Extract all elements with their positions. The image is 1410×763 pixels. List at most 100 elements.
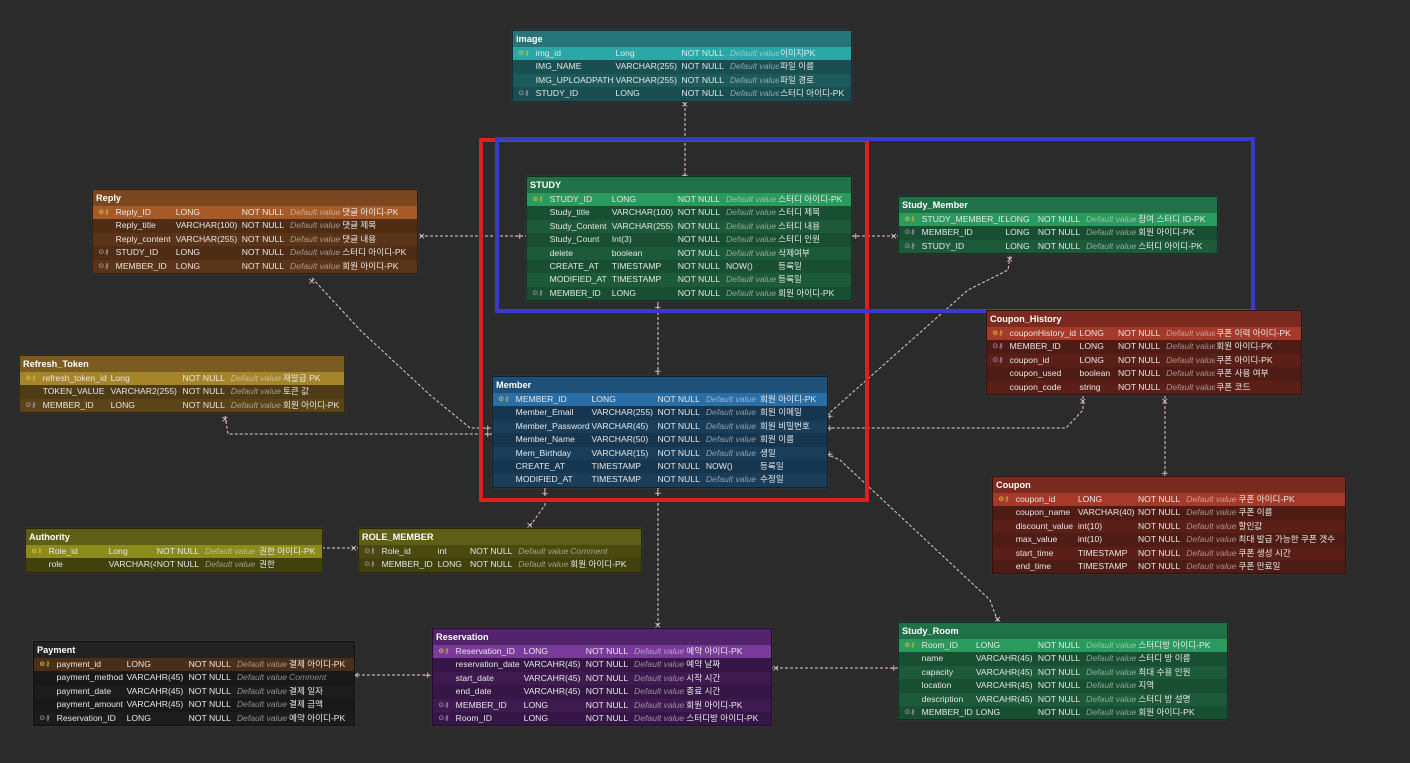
table-title[interactable]: Authority — [26, 529, 322, 545]
table-row[interactable]: ⊙⚷ coupon_id LONG NOT NULL Default value 쿠폰 아… — [993, 493, 1345, 507]
table-row[interactable]: end_time TIMESTAMP NOT NULL Default value 쿠폰… — [993, 559, 1345, 574]
table-coupon-history[interactable]: Coupon_History ⊙⚷ couponHistory_id LONG NOT … — [986, 310, 1302, 395]
table-title[interactable]: Study_Room — [899, 623, 1227, 639]
table-row[interactable]: ⊙⚷ MEMBER_ID LONG NOT NULL Default value 회원 아… — [433, 699, 771, 712]
table-row[interactable]: ⊙⚷ Reservation_ID LONG NOT NULL Default valu… — [433, 645, 771, 659]
table-row[interactable]: ⊙⚷ Room_ID LONG NOT NULL Default value 스터디방 아… — [433, 711, 771, 726]
table-role-member[interactable]: ROLE_MEMBER ⊙⚷ Role_id int NOT NULL Default v… — [358, 528, 642, 573]
table-row[interactable]: Member_Password VARCHAR(45) NOT NULL Defaul… — [493, 420, 827, 433]
table-row[interactable]: ⊙⚷ Role_id Long NOT NULL Default value 권한 아이디… — [26, 545, 322, 559]
table-row[interactable]: ⊙⚷ MEMBER_ID LONG NOT NULL Default value 회원 아… — [899, 705, 1227, 720]
column-default: Default value — [705, 407, 756, 418]
table-row[interactable]: Study_Content VARCHAR(255) NOT NULL Default… — [527, 220, 851, 233]
table-row[interactable]: Study_title VARCHAR(100) NOT NULL Default v… — [527, 206, 851, 220]
table-title[interactable]: Coupon — [993, 477, 1345, 493]
table-row[interactable]: start_time TIMESTAMP NOT NULL Default value… — [993, 547, 1345, 560]
table-row[interactable]: ⊙⚷ img_id Long NOT NULL Default value 이미지PK — [513, 47, 851, 61]
table-row[interactable]: ⊙⚷ payment_id LONG NOT NULL Default value 결제 … — [34, 658, 354, 672]
table-row[interactable]: ⊙⚷ couponHistory_id LONG NOT NULL Default va… — [987, 327, 1301, 341]
table-row[interactable]: CREATE_AT TIMESTAMP NOT NULL NOW() 등록일 — [493, 459, 827, 474]
table-reply[interactable]: Reply ⊙⚷ Reply_ID LONG NOT NULL Default value… — [92, 189, 418, 274]
table-row[interactable]: Reply_title VARCHAR(100) NOT NULL Default v… — [93, 219, 417, 233]
table-row[interactable]: description VARCAHR(45) NOT NULL Default va… — [899, 693, 1227, 706]
column-null: NOT NULL — [1137, 494, 1181, 504]
table-row[interactable]: ⊙⚷ STUDY_ID LONG NOT NULL Default value 스터디 아… — [527, 193, 851, 207]
table-row[interactable]: start_date VARCAHR(45) NOT NULL Default val… — [433, 672, 771, 685]
table-row[interactable]: max_value int(10) NOT NULL Default value 최대 … — [993, 533, 1345, 547]
table-row[interactable]: payment_amount VARCAHR(45) NOT NULL Default… — [34, 698, 354, 712]
table-title[interactable]: ROLE_MEMBER — [359, 529, 641, 545]
column-name: description — [921, 693, 964, 704]
table-title[interactable]: Payment — [34, 642, 354, 658]
table-study[interactable]: STUDY ⊙⚷ STUDY_ID LONG NOT NULL Default value… — [526, 176, 852, 302]
column-null: NOT NULL — [657, 420, 700, 431]
table-reservation[interactable]: Reservation ⊙⚷ Reservation_ID LONG NOT NULL D… — [432, 628, 772, 727]
table-row[interactable]: CREATE_AT TIMESTAMP NOT NULL NOW() 등록일 — [527, 259, 851, 274]
table-row[interactable]: ⊙⚷ MEMBER_ID LONG NOT NULL Default value 회원 아… — [20, 399, 344, 412]
table-title[interactable]: image — [513, 31, 851, 47]
table-row[interactable]: role VARCHAR(45)NOT NULL Default value권한 — [26, 558, 322, 572]
table-row[interactable]: capacity VARCAHR(45) NOT NULL Default value… — [899, 666, 1227, 679]
table-payment[interactable]: Payment ⊙⚷ payment_id LONG NOT NULL Default v… — [33, 641, 355, 726]
table-row[interactable]: MODIFIED_AT TIMESTAMP NOT NULL Default valu… — [527, 273, 851, 286]
column-null: NOT NULL — [241, 260, 285, 271]
table-row[interactable]: ⊙⚷ MEMBER_ID LONG NOT NULL Default value 회원 아… — [359, 558, 641, 572]
column-name: STUDY_MEMBER_ID — [921, 214, 1005, 224]
table-row[interactable]: ⊙⚷ STUDY_MEMBER_ID LONG NOT NULL Default val… — [899, 213, 1217, 227]
table-study-member[interactable]: Study_Member ⊙⚷ STUDY_MEMBER_ID LONG NOT NUL… — [898, 196, 1218, 255]
column-name: MODIFIED_AT — [549, 274, 607, 285]
table-row[interactable]: ⊙⚷ STUDY_ID LONG NOT NULL Default value 스터디 아… — [513, 87, 851, 101]
column-type: LONG — [126, 712, 151, 723]
table-study-room[interactable]: Study_Room ⊙⚷ Room_ID LONG NOT NULL Default v… — [898, 622, 1228, 721]
table-row[interactable]: ⊙⚷ Reply_ID LONG NOT NULL Default value 댓글 아이… — [93, 206, 417, 220]
table-row[interactable]: coupon_name VARCHAR(40) NOT NULL Default va… — [993, 506, 1345, 520]
table-row[interactable]: location VARCAHR(45) NOT NULL Default value… — [899, 679, 1227, 693]
table-row[interactable]: TOKEN_VALUE VARCHAR2(255) NOT NULL Default … — [20, 385, 344, 399]
table-image[interactable]: image ⊙⚷ img_id Long NOT NULL Default value 이미… — [512, 30, 852, 102]
table-row[interactable]: ⊙⚷ STUDY_ID LONG NOT NULL Default value 스터디 아… — [93, 246, 417, 260]
table-row[interactable]: ⊙⚷ STUDY_ID LONG NOT NULL Default value 스터디 아… — [899, 240, 1217, 253]
table-row[interactable]: ⊙⚷ MEMBER_ID LONG NOT NULL Default value 회원 아… — [493, 393, 827, 407]
table-authority[interactable]: Authority ⊙⚷ Role_id Long NOT NULL Default va… — [25, 528, 323, 573]
table-row[interactable]: Member_Name VARCHAR(50) NOT NULL Default va… — [493, 433, 827, 447]
table-row[interactable]: ⊙⚷ MEMBER_ID LONG NOT NULL Default value 회원 아… — [527, 286, 851, 301]
table-row[interactable]: coupon_used boolean NOT NULL Default value 쿠… — [987, 367, 1301, 381]
column-comment: 삭제여부 — [778, 247, 810, 258]
table-row[interactable]: name VARCAHR(45) NOT NULL Default value 스터디 … — [899, 652, 1227, 666]
table-row[interactable]: coupon_code string NOT NULL Default value 쿠폰… — [987, 381, 1301, 394]
table-refresh-token[interactable]: Refresh_Token ⊙⚷ refresh_token_id Long NOT N… — [19, 355, 345, 414]
table-row[interactable]: IMG_NAME VARCHAR(255) NOT NULL Default valu… — [513, 60, 851, 74]
table-row[interactable]: Mem_Birthday VARCHAR(15) NOT NULL Default v… — [493, 447, 827, 460]
table-title[interactable]: Member — [493, 377, 827, 393]
column-null: NOT NULL — [657, 394, 700, 404]
table-title[interactable]: Reservation — [433, 629, 771, 645]
table-title[interactable]: Study_Member — [899, 197, 1217, 213]
table-row[interactable]: reservation_date VARCAHR(45) NOT NULL Defau… — [433, 658, 771, 672]
table-row[interactable]: Reply_content VARCHAR(255) NOT NULL Default… — [93, 233, 417, 246]
table-coupon[interactable]: Coupon ⊙⚷ coupon_id LONG NOT NULL Default val… — [992, 476, 1346, 575]
table-row[interactable]: IMG_UPLOADPATH VARCHAR(255) NOT NULL Defaul… — [513, 74, 851, 87]
table-row[interactable]: ⊙⚷ refresh_token_id Long NOT NULL Default va… — [20, 372, 344, 386]
table-row[interactable]: ⊙⚷ Room_ID LONG NOT NULL Default value 스터디방 아… — [899, 639, 1227, 653]
table-row[interactable]: ⊙⚷ Reservation_ID LONG NOT NULL Default valu… — [34, 712, 354, 725]
table-title[interactable]: STUDY — [527, 177, 851, 193]
table-row[interactable]: Member_Email VARCHAR(255) NOT NULL Default … — [493, 406, 827, 420]
table-row[interactable]: ⊙⚷ MEMBER_ID LONG NOT NULL Default value 회원 아… — [899, 226, 1217, 240]
table-row[interactable]: payment_date VARCAHR(45) NOT NULL Default v… — [34, 685, 354, 698]
column-name: coupon_code — [1009, 381, 1062, 392]
table-row[interactable]: end_date VARCAHR(45) NOT NULL Default value… — [433, 685, 771, 699]
table-row[interactable]: discount_value int(10) NOT NULL Default val… — [993, 520, 1345, 533]
table-member[interactable]: Member ⊙⚷ MEMBER_ID LONG NOT NULL Default val… — [492, 376, 828, 488]
table-row[interactable]: MODIFIED_AT TIMESTAMP NOT NULL Default valu… — [493, 473, 827, 486]
table-title[interactable]: Refresh_Token — [20, 356, 344, 372]
table-row[interactable]: ⊙⚷ MEMBER_ID LONG NOT NULL Default value 회원 아… — [987, 340, 1301, 354]
table-row[interactable]: Study_Count Int(3) NOT NULL Default value 스터… — [527, 233, 851, 247]
table-row[interactable]: ⊙⚷ Role_id int NOT NULL Default value Comment — [359, 545, 641, 558]
table-title[interactable]: Coupon_History — [987, 311, 1301, 327]
table-row[interactable]: ⊙⚷ coupon_id LONG NOT NULL Default value 쿠폰 아… — [987, 354, 1301, 367]
table-row[interactable]: payment_method VARCAHR(45) NOT NULL Default… — [34, 671, 354, 685]
column-name: Mem_Birthday — [515, 447, 572, 458]
table-row[interactable]: ⊙⚷ MEMBER_ID LONG NOT NULL Default value 회원 아… — [93, 260, 417, 273]
table-row[interactable]: delete boolean NOT NULL Default value 삭제여부 — [527, 247, 851, 260]
table-title[interactable]: Reply — [93, 190, 417, 206]
